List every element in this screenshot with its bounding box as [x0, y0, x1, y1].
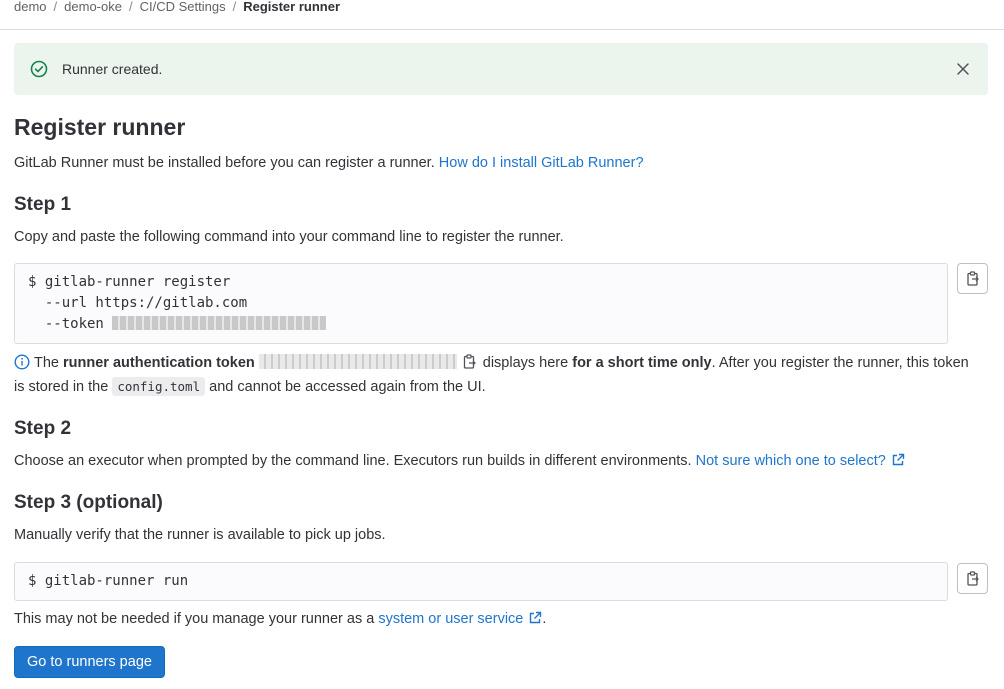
command-line: --token: [28, 316, 327, 332]
step2-heading: Step 2: [14, 418, 72, 439]
info-prefix: The: [34, 355, 64, 371]
masked-token-inline: [258, 354, 457, 369]
page-title: Register runner: [14, 114, 186, 140]
token-info-line: The runner authentication token displays…: [14, 354, 969, 371]
info-suffix: . After you register the runner, this to…: [711, 355, 969, 371]
close-icon[interactable]: [954, 60, 972, 78]
external-link-icon: [892, 453, 905, 466]
breadcrumb-item-demo[interactable]: demo: [14, 0, 47, 14]
executor-help-link[interactable]: Not sure which one to select?: [696, 453, 905, 469]
step2-description: Choose an executor when prompted by the …: [14, 453, 905, 469]
service-note-suffix: .: [542, 611, 547, 627]
token-info-line-2: is stored in the config.toml and cannot …: [14, 377, 486, 396]
breadcrumb-separator: /: [53, 0, 58, 14]
info-short-time: for a short time only: [572, 355, 712, 371]
service-link[interactable]: system or user service: [378, 611, 542, 627]
step1-description: Copy and paste the following command int…: [14, 229, 564, 245]
command-token-flag: --token: [28, 316, 113, 332]
run-command-block: $ gitlab-runner run: [14, 562, 948, 601]
breadcrumb-item-demo-oke[interactable]: demo-oke: [64, 0, 122, 14]
info-token-label: runner authentication token: [63, 355, 255, 371]
step3-description: Manually verify that the runner is avail…: [14, 527, 386, 543]
command-line: $ gitlab-runner run: [28, 573, 189, 589]
install-runner-link[interactable]: How do I install GitLab Runner?: [439, 155, 644, 171]
config-file-code: config.toml: [112, 377, 206, 396]
check-circle-icon: [30, 60, 48, 78]
intro-label: GitLab Runner must be installed before y…: [14, 155, 435, 171]
info-icon: [14, 354, 30, 370]
go-to-runners-button[interactable]: Go to runners page: [14, 646, 165, 678]
copy-icon: [967, 271, 979, 286]
executor-help-link-label: Not sure which one to select?: [695, 453, 886, 469]
step1-heading: Step 1: [14, 194, 72, 215]
info-mid: displays here: [482, 355, 573, 371]
external-link-icon: [530, 611, 542, 624]
copy-icon[interactable]: [463, 354, 477, 370]
breadcrumb-current: Register runner: [243, 0, 341, 14]
service-note-prefix: This may not be needed if you manage you…: [14, 611, 379, 627]
breadcrumb: demo / demo-oke / CI/CD Settings / Register ru…: [0, 0, 1004, 30]
alert-message: Runner created.: [62, 61, 163, 77]
register-command-block: $ gitlab-runner register --url https://g…: [14, 263, 948, 344]
info-line2-prefix: is stored in the: [14, 379, 113, 395]
intro-text: GitLab Runner must be installed before y…: [14, 155, 644, 171]
step2-text: Choose an executor when prompted by the …: [14, 453, 692, 469]
breadcrumb-separator: /: [128, 0, 133, 14]
copy-run-command-button[interactable]: [957, 563, 988, 594]
command-line: --url https://gitlab.com: [28, 295, 248, 311]
breadcrumb-item-cicd-settings[interactable]: CI/CD Settings: [140, 0, 226, 14]
info-line2-suffix: and cannot be accessed again from the UI…: [205, 379, 486, 395]
copy-command-button[interactable]: [957, 263, 988, 294]
success-alert: Runner created.: [14, 43, 988, 95]
command-line: $ gitlab-runner register: [28, 274, 231, 290]
service-link-label: system or user service: [378, 611, 524, 627]
step3-heading: Step 3 (optional): [14, 492, 163, 513]
service-note: This may not be needed if you manage you…: [14, 611, 546, 627]
breadcrumb-separator: /: [232, 0, 237, 14]
masked-token: [112, 316, 327, 330]
copy-icon: [967, 571, 979, 586]
